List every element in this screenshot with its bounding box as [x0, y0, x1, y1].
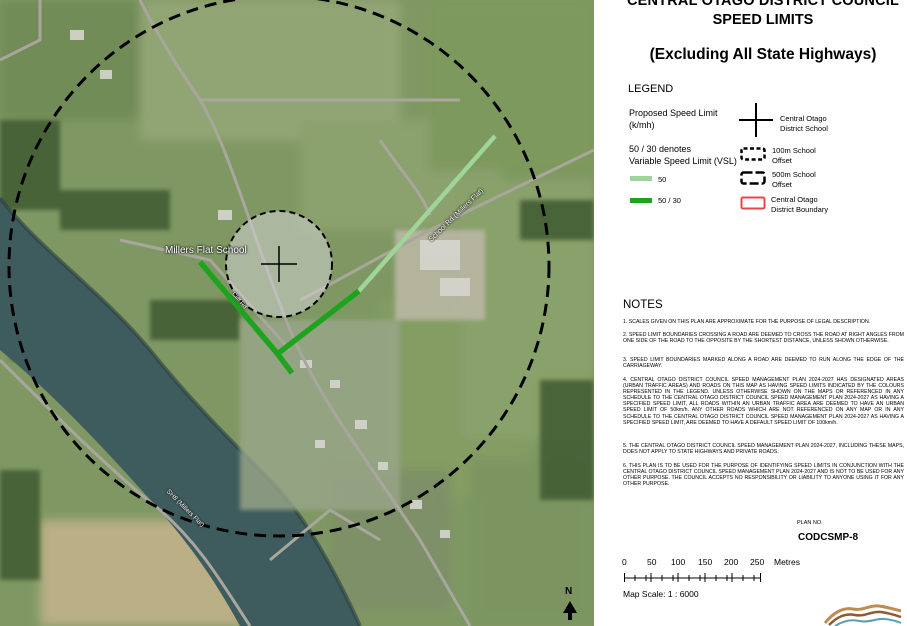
scale-tick-250: 250 [750, 557, 765, 567]
legend-panel: CENTRAL OTAGO DISTRICT COUNCIL SPEED LIM… [594, 0, 907, 626]
offset-100-label-2: Offset [772, 156, 792, 165]
speed-50-label: 50 [658, 175, 667, 184]
scale-tick-200: 200 [724, 557, 739, 567]
legend-heading: LEGEND [628, 83, 674, 95]
vsl-label-2: Variable Speed Limit (VSL) [629, 156, 737, 166]
offset-500-label-2: Offset [772, 180, 792, 189]
vsl-label-1: 50 / 30 denotes [629, 144, 692, 154]
offset-100-icon [740, 147, 766, 161]
scale-tick-50: 50 [647, 557, 657, 567]
map-scale: Map Scale: 1 : 6000 [623, 589, 699, 599]
note-4: 4. CENTRAL OTAGO DISTRICT COUNCIL SPEED … [623, 377, 904, 426]
north-label: N [565, 586, 573, 597]
offset-100-label-1: 100m School [772, 146, 816, 155]
scale-tick-100: 100 [671, 557, 686, 567]
school-label: Millers Flat School [165, 245, 247, 256]
proposed-label-2: (k/mh) [629, 120, 655, 130]
plan-no: CODCSMP-8 [798, 532, 859, 543]
note-6: 6. THIS PLAN IS TO BE USED FOR THE PURPO… [623, 463, 904, 488]
scale-tick-0: 0 [622, 557, 627, 567]
scale-tick-150: 150 [698, 557, 713, 567]
note-3: 3. SPEED LIMIT BOUNDARIES MARKED ALONG A… [623, 357, 904, 370]
note-1: 1. SCALES GIVEN ON THIS PLAN ARE APPROXI… [623, 319, 871, 325]
council-logo [823, 604, 902, 626]
note-2: 2. SPEED LIMIT BOUNDARIES CROSSING A ROA… [623, 332, 904, 345]
swatch-50-30 [630, 198, 652, 203]
swatch-50 [630, 176, 652, 181]
school-symbol-label-2: District School [780, 124, 828, 133]
offset-500-label-1: 500m School [772, 170, 816, 179]
proposed-label-1: Proposed Speed Limit [629, 108, 718, 118]
plan-no-label: PLAN NO. [797, 520, 823, 526]
notes-heading: NOTES [623, 299, 663, 311]
subtitle: (Excluding All State Highways) [649, 46, 877, 63]
speed-50-30-label: 50 / 30 [658, 196, 681, 205]
boundary-label-2: District Boundary [771, 205, 829, 214]
aerial-map [0, 0, 594, 626]
boundary-label-1: Central Otago [771, 195, 818, 204]
title-line2: SPEED LIMITS [712, 12, 814, 28]
boundary-icon [740, 196, 766, 210]
scale-unit: Metres [774, 557, 800, 567]
note-5: 5. THE CENTRAL OTAGO DISTRICT COUNCIL SP… [623, 443, 904, 456]
map-view[interactable]: Millers Flat School School Rd (Millers F… [0, 0, 594, 626]
school-cross-icon [739, 103, 773, 137]
offset-500-icon [740, 171, 766, 185]
scale-bar [624, 573, 761, 582]
school-symbol-label-1: Central Otago [780, 114, 827, 123]
